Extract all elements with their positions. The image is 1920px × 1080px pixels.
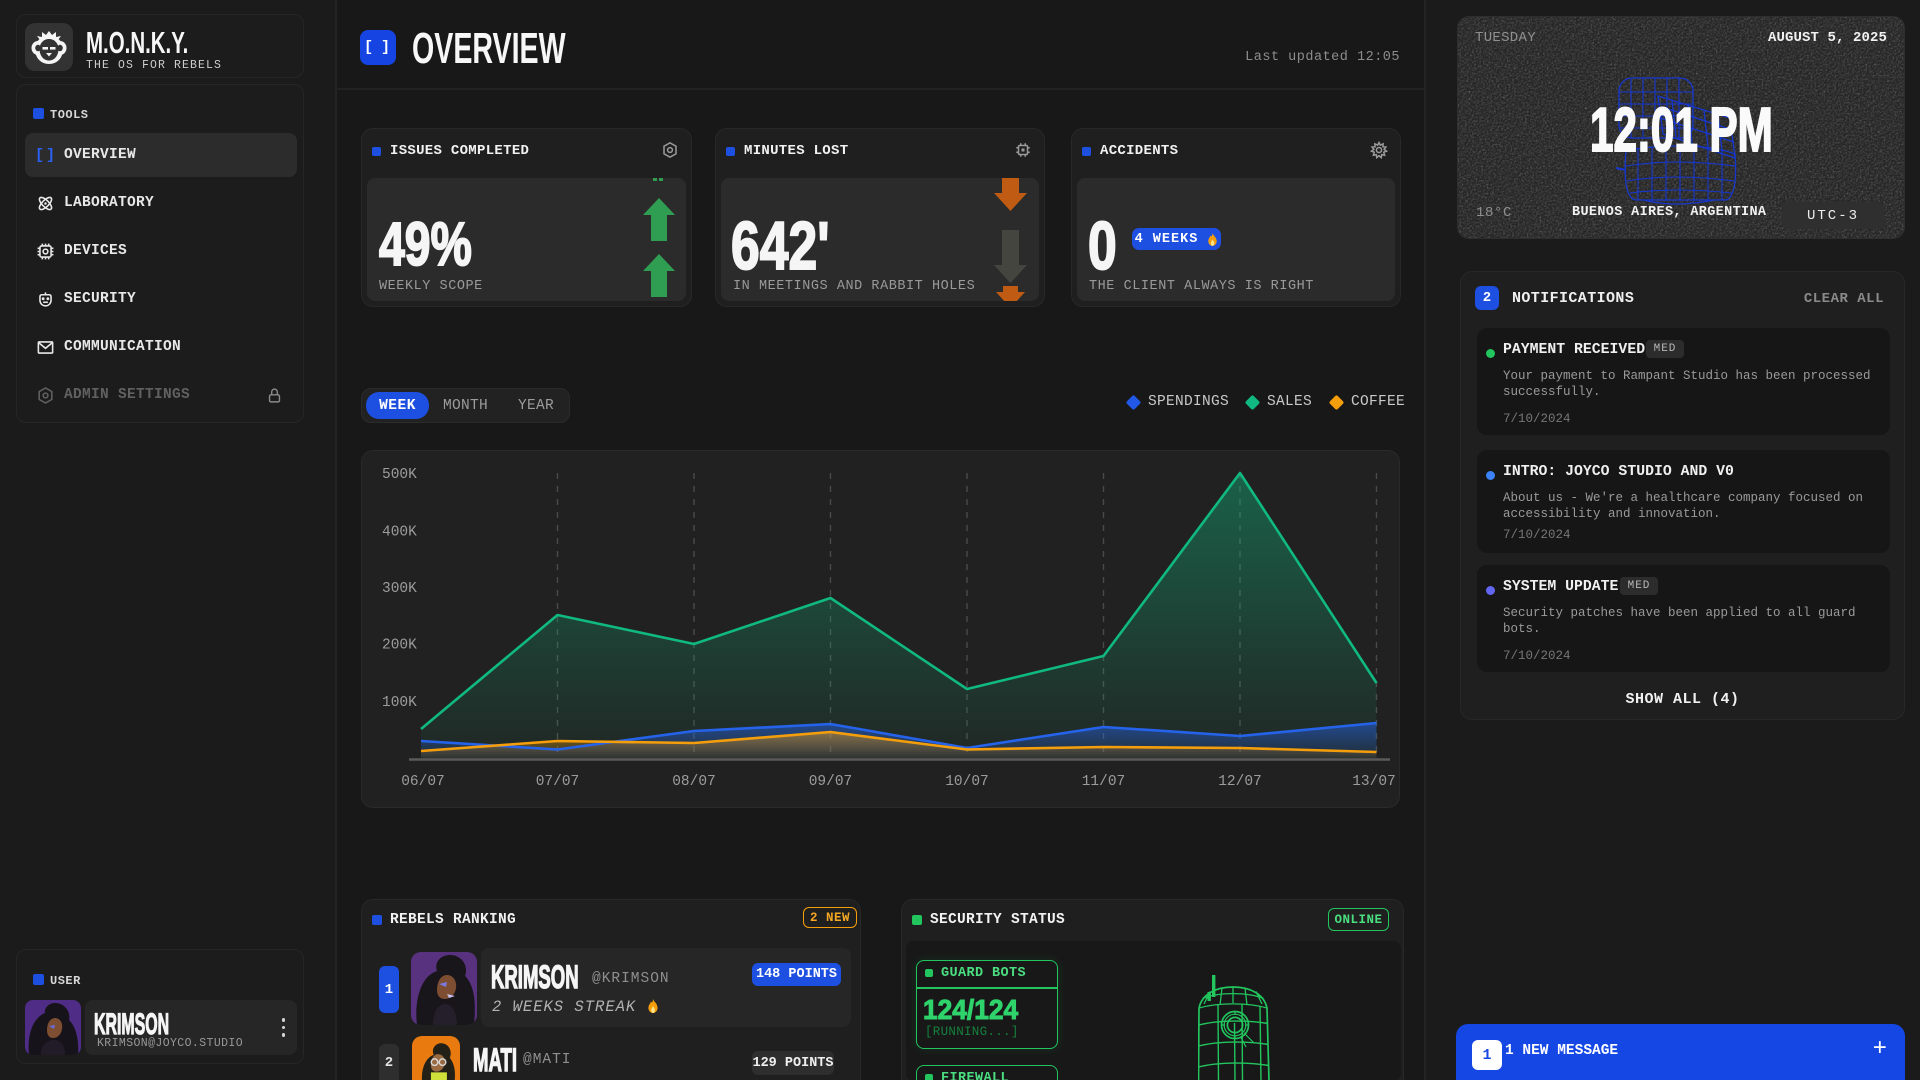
svg-text:200K: 200K — [382, 638, 417, 654]
svg-text:08/07: 08/07 — [672, 774, 716, 790]
svg-text:100K: 100K — [382, 695, 417, 711]
svg-text:10/07: 10/07 — [945, 774, 989, 790]
svg-text:13/07: 13/07 — [1352, 774, 1396, 790]
svg-text:07/07: 07/07 — [536, 774, 580, 790]
svg-text:500K: 500K — [382, 467, 417, 483]
svg-text:300K: 300K — [382, 581, 417, 597]
svg-text:11/07: 11/07 — [1082, 774, 1126, 790]
svg-text:06/07: 06/07 — [401, 774, 445, 790]
svg-text:09/07: 09/07 — [809, 774, 853, 790]
svg-text:400K: 400K — [382, 525, 417, 541]
svg-text:12/07: 12/07 — [1218, 774, 1262, 790]
